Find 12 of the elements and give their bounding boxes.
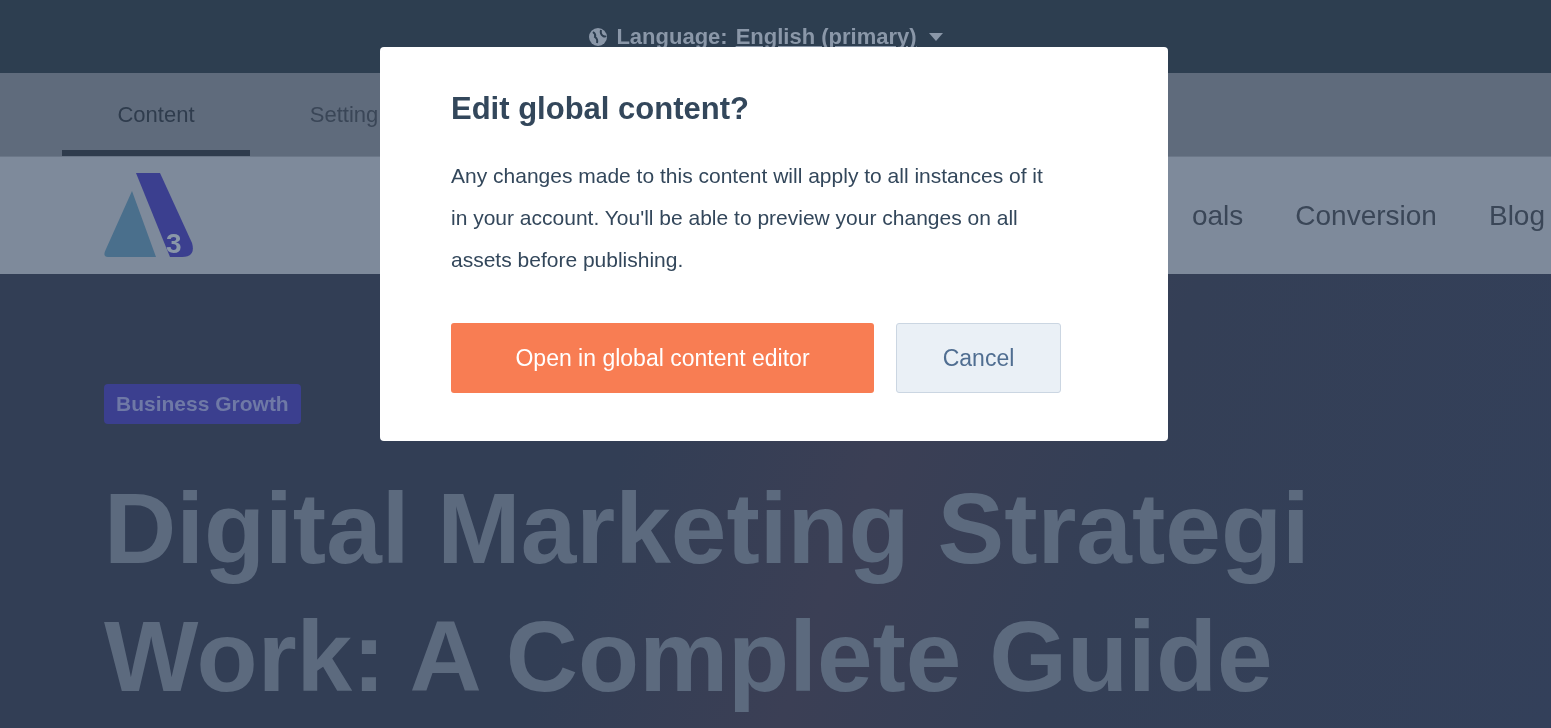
nav-link[interactable]: Conversion [1295, 199, 1437, 232]
globe-icon [588, 26, 609, 47]
dialog-message: Any changes made to this content will apply to all instances of it in your account. You'll be able to preview your changes on all assets before publishing. [451, 163, 1044, 273]
open-editor-button[interactable]: Open in global content editor [451, 323, 874, 393]
dialog-title: Edit global content? [451, 91, 750, 127]
caret-icon[interactable] [928, 32, 943, 41]
nav-link[interactable]: oals [1191, 199, 1244, 232]
language-label: Language: [616, 23, 728, 50]
language-link[interactable]: English (primary) [735, 23, 917, 50]
cancel-button[interactable]: Cancel [896, 323, 1061, 393]
category-tag[interactable]: Business Growth [104, 384, 301, 424]
nav-link[interactable]: Blog [1488, 199, 1545, 232]
